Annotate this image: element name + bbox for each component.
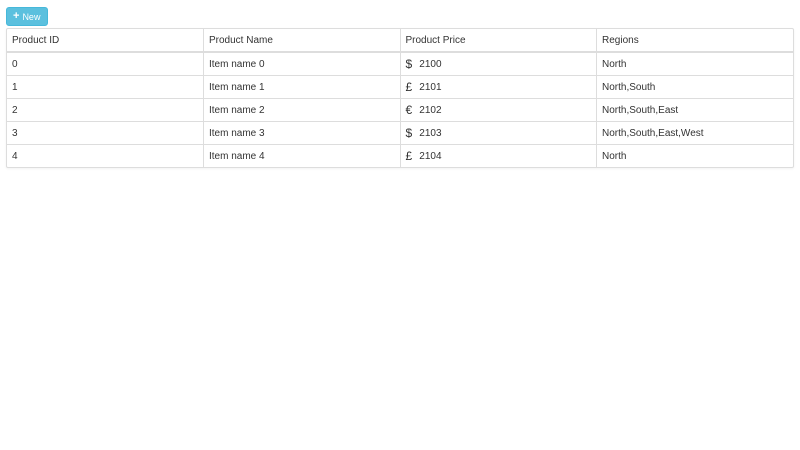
column-header-product-price[interactable]: Product Price [400,29,597,53]
currency-symbol: $ [405,126,413,140]
cell-product-price[interactable]: £ 2104 [400,144,597,167]
cell-regions[interactable]: North,South,East [596,98,793,122]
currency-symbol: £ [405,149,413,163]
column-header-product-name[interactable]: Product Name [203,29,401,53]
cell-product-name[interactable]: Item name 4 [203,144,401,167]
price-value: 2101 [419,82,442,93]
table-row[interactable]: 4 Item name 4 £ 2104 North [7,144,793,167]
cell-product-price[interactable]: $ 2103 [400,121,597,145]
cell-product-id[interactable]: 0 [7,52,204,76]
cell-regions[interactable]: North [596,144,793,167]
cell-product-name[interactable]: Item name 0 [203,52,401,76]
new-button-label: New [22,11,41,22]
price-value: 2103 [419,128,442,139]
cell-regions[interactable]: North,South,East,West [596,121,793,145]
column-header-product-id[interactable]: Product ID [7,29,204,53]
cell-product-id[interactable]: 1 [7,75,204,99]
cell-product-price[interactable]: $ 2100 [400,52,597,76]
cell-product-id[interactable]: 3 [7,121,204,145]
cell-product-price[interactable]: £ 2101 [400,75,597,99]
cell-product-name[interactable]: Item name 1 [203,75,401,99]
column-header-regions[interactable]: Regions [596,29,793,53]
price-value: 2100 [419,59,442,70]
cell-product-name[interactable]: Item name 3 [203,121,401,145]
table-row[interactable]: 0 Item name 0 $ 2100 North [7,52,793,76]
plus-icon: + [13,10,20,22]
cell-product-id[interactable]: 4 [7,144,204,167]
currency-symbol: £ [405,80,413,94]
currency-symbol: $ [405,57,413,71]
currency-symbol: € [405,103,413,117]
price-value: 2102 [419,105,442,116]
cell-regions[interactable]: North [597,52,794,76]
table-header-row: Product ID Product Name Product Price Re… [7,29,793,53]
cell-product-id[interactable]: 2 [7,98,204,122]
table-row[interactable]: 1 Item name 1 £ 2101 North,South [7,75,793,99]
table-row[interactable]: 3 Item name 3 $ 2103 North,South,East,We… [7,121,793,145]
new-button[interactable]: + New [6,7,49,26]
table-row[interactable]: 2 Item name 2 € 2102 North,South,East [7,98,793,122]
products-table: Product ID Product Name Product Price Re… [6,28,794,168]
cell-product-price[interactable]: € 2102 [400,98,597,122]
toolbar: + New [6,6,49,26]
cell-regions[interactable]: North,South [596,75,793,99]
price-value: 2104 [419,151,442,162]
cell-product-name[interactable]: Item name 2 [203,98,401,122]
